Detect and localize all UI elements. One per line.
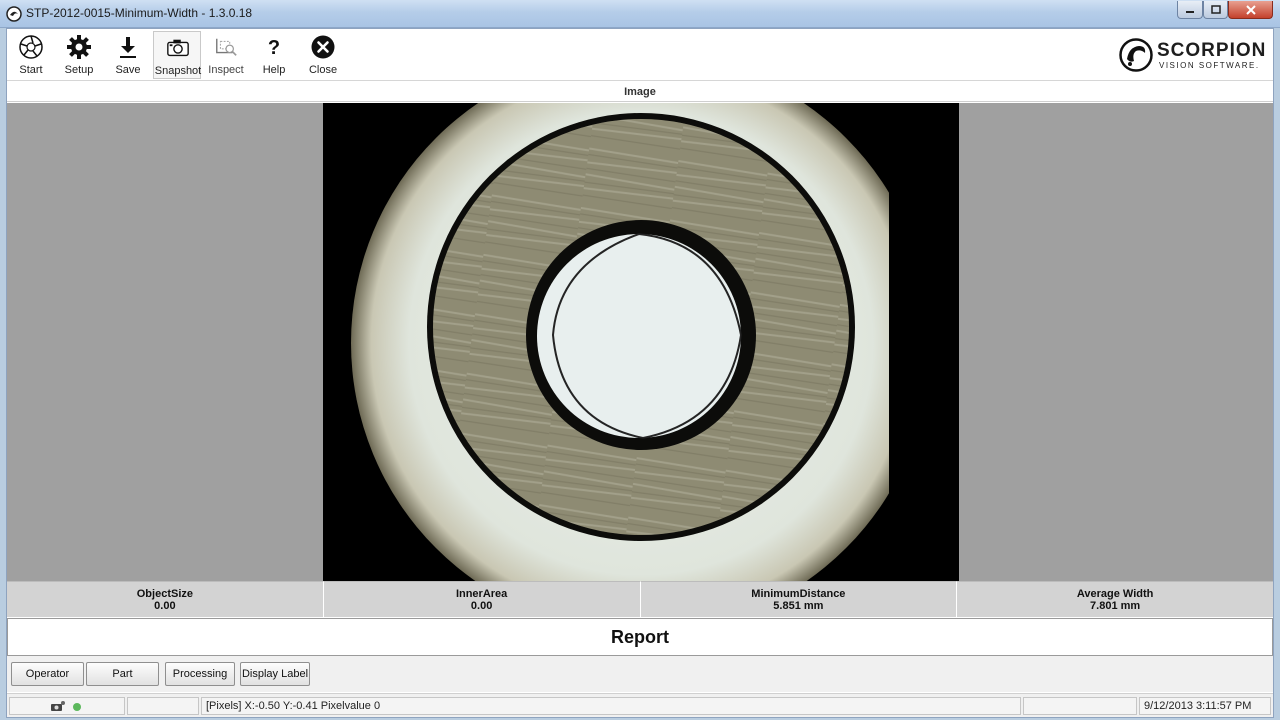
scorpion-logo: SCORPION VISION SOFTWARE.	[1119, 37, 1267, 73]
result-name: MinimumDistance	[751, 588, 846, 600]
snapshot-button[interactable]: Snapshot	[153, 31, 201, 79]
result-value: 0.00	[470, 600, 493, 612]
download-icon	[116, 34, 140, 60]
inspect-button[interactable]: Inspect	[202, 31, 250, 79]
camera-status-icon	[51, 701, 65, 711]
maximize-button[interactable]	[1203, 1, 1228, 19]
result-average-width: Average Width 7.801 mm	[957, 581, 1273, 617]
operator-button[interactable]: Operator	[11, 662, 84, 686]
maximize-icon	[1210, 4, 1221, 14]
processing-button[interactable]: Processing	[165, 662, 235, 686]
svg-text:?: ?	[268, 37, 280, 59]
logo-subtitle: VISION SOFTWARE.	[1159, 61, 1260, 70]
title-bar[interactable]: STP-2012-0015-Minimum-Width - 1.3.0.18	[0, 0, 1280, 28]
help-button[interactable]: ? Help	[250, 31, 298, 79]
scorpion-app-icon	[6, 6, 22, 22]
aperture-icon	[19, 34, 43, 60]
results-panel: ObjectSize 0.00 InnerArea 0.00 MinimumDi…	[7, 581, 1273, 617]
save-button[interactable]: Save	[104, 31, 152, 79]
camera-icon	[166, 35, 190, 61]
camera-image[interactable]	[323, 103, 959, 581]
result-name: InnerArea	[455, 588, 508, 600]
result-name: ObjectSize	[136, 588, 193, 600]
image-viewport[interactable]	[7, 103, 1273, 581]
image-panel-title: Image	[7, 82, 1273, 102]
result-value: 5.851 mm	[773, 600, 824, 612]
main-frame: Start Setup Save Snapshot Inspect ? Help…	[6, 28, 1274, 718]
report-title: Report	[7, 618, 1273, 656]
status-coords: [Pixels] X:-0.50 Y:-0.41 Pixelvalue 0	[201, 697, 1021, 715]
close-circle-icon	[311, 34, 335, 60]
inspection-image	[351, 103, 959, 581]
question-icon: ?	[262, 34, 286, 60]
minimize-button[interactable]	[1177, 1, 1203, 19]
display-label-button[interactable]: Display Label	[240, 662, 310, 686]
setup-button[interactable]: Setup	[55, 31, 103, 79]
result-value: 0.00	[154, 600, 176, 612]
status-empty-cell	[127, 697, 199, 715]
save-label: Save	[115, 64, 141, 76]
logo-brand: SCORPION	[1157, 40, 1267, 61]
application-window: STP-2012-0015-Minimum-Width - 1.3.0.18 S…	[0, 0, 1280, 720]
status-empty-cell-2	[1023, 697, 1137, 715]
status-bar: [Pixels] X:-0.50 Y:-0.41 Pixelvalue 0 9/…	[7, 693, 1273, 717]
status-camera-cell	[9, 697, 125, 715]
connection-status-indicator	[73, 703, 81, 711]
part-button[interactable]: Part	[86, 662, 159, 686]
setup-label: Setup	[64, 64, 94, 76]
result-minimum-distance: MinimumDistance 5.851 mm	[640, 581, 958, 617]
inspect-icon	[214, 34, 238, 60]
scorpion-logo-icon	[1119, 38, 1153, 72]
toolbar: Start Setup Save Snapshot Inspect ? Help…	[7, 29, 1273, 81]
close-window-button[interactable]	[1228, 1, 1273, 19]
close-icon	[1245, 4, 1256, 15]
start-button[interactable]: Start	[7, 31, 55, 79]
close-label: Close	[308, 64, 338, 76]
result-inner-area: InnerArea 0.00	[323, 581, 641, 617]
close-button[interactable]: Close	[299, 31, 347, 79]
bottom-button-bar: Operator Part Processing Display Label	[7, 656, 1273, 692]
status-datetime: 9/12/2013 3:11:57 PM	[1139, 697, 1271, 715]
minimize-icon	[1186, 10, 1194, 13]
help-label: Help	[262, 64, 286, 76]
window-title: STP-2012-0015-Minimum-Width - 1.3.0.18	[26, 6, 253, 20]
result-object-size: ObjectSize 0.00	[7, 581, 324, 617]
result-value: 7.801 mm	[1090, 600, 1141, 612]
gear-icon	[67, 34, 91, 60]
result-name: Average Width	[1076, 588, 1154, 600]
